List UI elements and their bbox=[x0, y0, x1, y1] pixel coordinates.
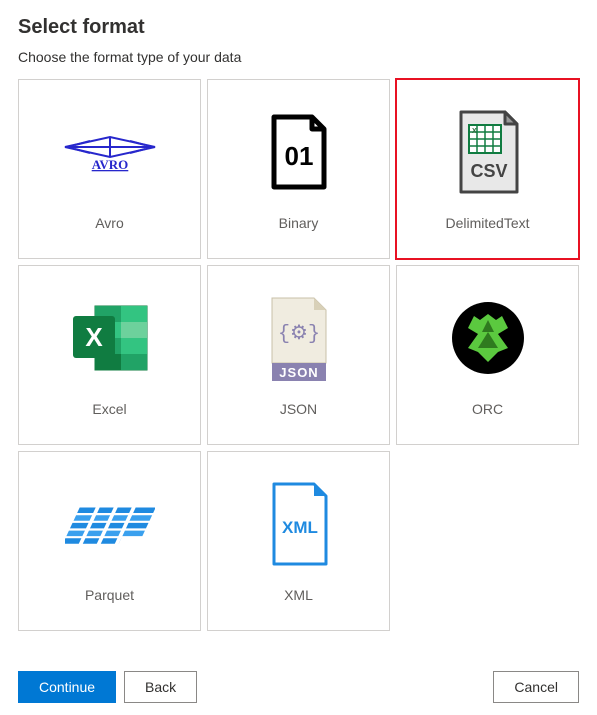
svg-text:01: 01 bbox=[284, 141, 313, 171]
format-tile-binary[interactable]: 01 Binary bbox=[207, 79, 390, 259]
format-tile-delimitedtext[interactable]: X CSV DelimitedText bbox=[396, 79, 579, 259]
svg-text:JSON: JSON bbox=[279, 365, 318, 380]
format-tile-orc[interactable]: ORC bbox=[396, 265, 579, 445]
continue-button[interactable]: Continue bbox=[18, 671, 116, 703]
svg-text:CSV: CSV bbox=[470, 161, 507, 181]
svg-text:AVRO: AVRO bbox=[91, 157, 128, 172]
format-tile-avro[interactable]: AVRO Avro bbox=[18, 79, 201, 259]
svg-text:{⚙}: {⚙} bbox=[278, 323, 320, 346]
svg-text:XML: XML bbox=[282, 518, 318, 537]
svg-text:X: X bbox=[472, 128, 477, 135]
page-title: Select format bbox=[18, 16, 579, 39]
orc-icon bbox=[438, 293, 538, 383]
format-tile-json[interactable]: {⚙} JSON JSON bbox=[207, 265, 390, 445]
svg-text:X: X bbox=[85, 322, 103, 352]
format-label: DelimitedText bbox=[445, 215, 529, 231]
format-label: Binary bbox=[279, 215, 319, 231]
format-tile-xml[interactable]: XML XML bbox=[207, 451, 390, 631]
format-label: Excel bbox=[92, 401, 126, 417]
format-label: Avro bbox=[95, 215, 124, 231]
back-button[interactable]: Back bbox=[124, 671, 197, 703]
excel-icon: X bbox=[60, 293, 160, 383]
avro-icon: AVRO bbox=[60, 107, 160, 197]
cancel-button[interactable]: Cancel bbox=[493, 671, 579, 703]
xml-icon: XML bbox=[249, 479, 349, 569]
page-subtitle: Choose the format type of your data bbox=[18, 49, 579, 65]
csv-icon: X CSV bbox=[438, 107, 538, 197]
format-label: Parquet bbox=[85, 587, 134, 603]
binary-icon: 01 bbox=[249, 107, 349, 197]
format-label: ORC bbox=[472, 401, 503, 417]
format-label: JSON bbox=[280, 401, 317, 417]
footer: Continue Back Cancel bbox=[18, 671, 579, 703]
format-tile-excel[interactable]: X Excel bbox=[18, 265, 201, 445]
parquet-icon bbox=[60, 479, 160, 569]
json-icon: {⚙} JSON bbox=[249, 293, 349, 383]
format-label: XML bbox=[284, 587, 313, 603]
format-grid: AVRO Avro 01 Binary bbox=[18, 79, 579, 631]
format-tile-parquet[interactable]: Parquet bbox=[18, 451, 201, 631]
